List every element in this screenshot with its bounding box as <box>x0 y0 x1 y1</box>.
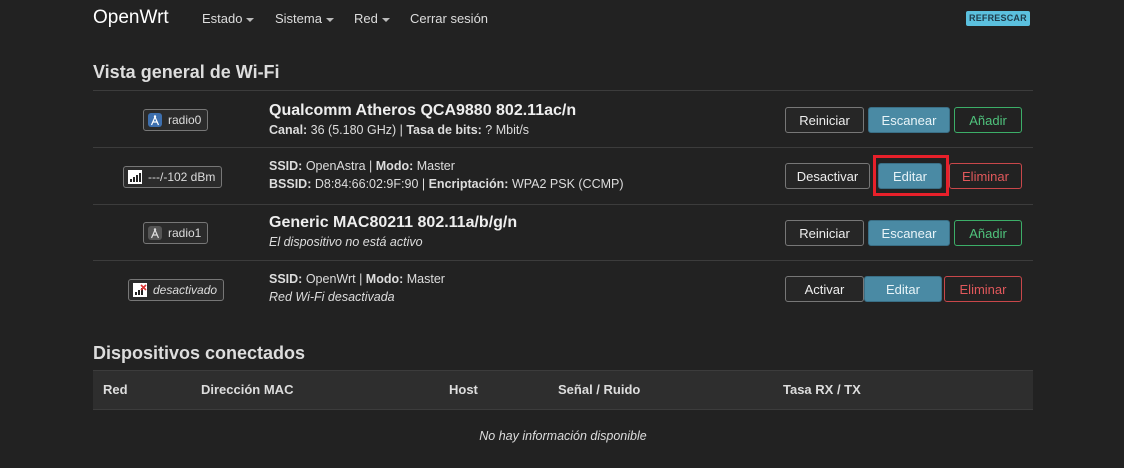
signal-disabled-icon <box>133 283 147 297</box>
status-badge: desactivado <box>128 279 225 301</box>
device-badge: radio0 <box>143 109 209 131</box>
wifi-network-row-openastra: ---/-102 dBm SSID: OpenAstra | Modo: Mas… <box>93 147 1033 205</box>
network-ssid-line: SSID: OpenWrt | Modo: Master <box>269 272 445 286</box>
network-status: Red Wi-Fi desactivada <box>269 290 395 304</box>
device-info: Generic MAC80211 802.11a/b/g/n El dispos… <box>269 213 517 251</box>
empty-state: No hay información disponible <box>479 429 647 443</box>
wifi-network-row-openwrt: desactivado SSID: OpenWrt | Modo: Master… <box>93 260 1033 317</box>
delete-button[interactable]: Eliminar <box>949 163 1022 189</box>
network-bssid-line: BSSID: D8:84:66:02:9F:90 | Encriptación:… <box>269 177 624 191</box>
device-channel-line: Canal: 36 (5.180 GHz) | Tasa de bits: ? … <box>269 123 530 137</box>
wifi-antenna-icon <box>148 113 162 127</box>
restart-button[interactable]: Reiniciar <box>785 220 864 246</box>
clients-table-header: Red Dirección MAC Host Señal / Ruido Tas… <box>93 370 1033 410</box>
network-ssid-line: SSID: OpenAstra | Modo: Master <box>269 159 455 173</box>
device-info: Qualcomm Atheros QCA9880 802.11ac/n Cana… <box>269 101 576 139</box>
chevron-down-icon <box>381 17 390 22</box>
refresh-button[interactable]: REFRESCAR <box>966 11 1030 26</box>
delete-button[interactable]: Eliminar <box>944 276 1022 302</box>
highlight-box <box>873 155 949 196</box>
add-button[interactable]: Añadir <box>954 107 1022 133</box>
chevron-down-icon <box>246 17 255 22</box>
brand-logo[interactable]: OpenWrt <box>93 7 169 29</box>
chevron-down-icon <box>325 17 334 22</box>
signal-strength-icon <box>128 170 142 184</box>
column-header-rate: Tasa RX / TX <box>783 382 861 397</box>
wifi-device-row-radio1: radio1 Generic MAC80211 802.11a/b/g/n El… <box>93 204 1033 261</box>
edit-button[interactable]: Editar <box>864 276 942 302</box>
column-header-host: Host <box>449 382 478 397</box>
device-status: El dispositivo no está activo <box>269 235 423 249</box>
menu-red[interactable]: Red <box>354 11 390 26</box>
wifi-antenna-disabled-icon <box>148 226 162 240</box>
column-header-mac: Dirección MAC <box>201 382 294 397</box>
disable-button[interactable]: Desactivar <box>785 163 870 189</box>
column-header-red: Red <box>103 382 128 397</box>
column-header-signal: Señal / Ruido <box>558 382 641 397</box>
device-title: Generic MAC80211 802.11a/b/g/n <box>269 214 518 231</box>
network-info: SSID: OpenAstra | Modo: Master BSSID: D8… <box>269 157 624 193</box>
scan-button[interactable]: Escanear <box>868 107 950 133</box>
connected-devices-heading: Dispositivos conectados <box>93 343 306 363</box>
device-badge: radio1 <box>143 222 209 244</box>
signal-badge: ---/-102 dBm <box>123 166 223 188</box>
menu-estado[interactable]: Estado <box>202 11 255 26</box>
menu-sistema[interactable]: Sistema <box>275 11 334 26</box>
enable-button[interactable]: Activar <box>785 276 864 302</box>
scan-button[interactable]: Escanear <box>868 220 950 246</box>
wifi-device-row-radio0: radio0 Qualcomm Atheros QCA9880 802.11ac… <box>93 90 1033 148</box>
wifi-overview-heading: Vista general de Wi-Fi <box>93 62 280 82</box>
menu-logout[interactable]: Cerrar sesión <box>410 11 488 26</box>
restart-button[interactable]: Reiniciar <box>785 107 864 133</box>
device-title: Qualcomm Atheros QCA9880 802.11ac/n <box>269 102 577 119</box>
network-info: SSID: OpenWrt | Modo: Master Red Wi-Fi d… <box>269 270 445 306</box>
top-navbar: OpenWrt Estado Sistema Red Cerrar sesión… <box>0 0 1124 38</box>
add-button[interactable]: Añadir <box>954 220 1022 246</box>
